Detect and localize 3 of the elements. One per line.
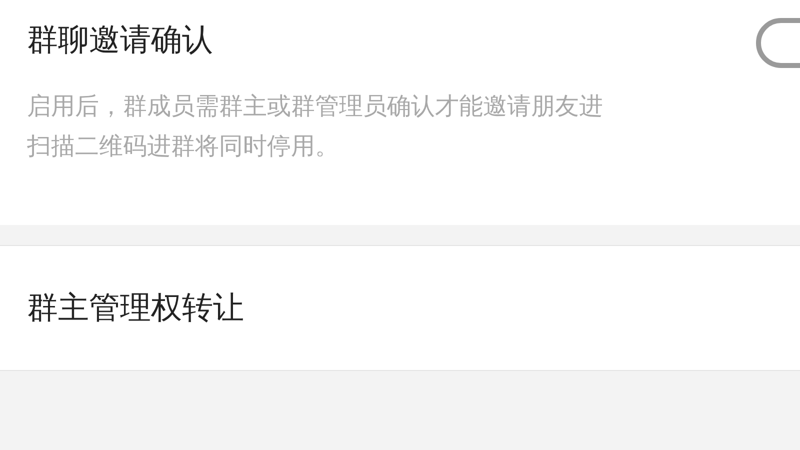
setting-title: 群聊邀请确认 (27, 21, 213, 60)
settings-row[interactable]: 群主管理权转让 (0, 245, 800, 371)
setting-description: 启用后，群成员需群主或群管理员确认才能邀请朋友进 扫描二维码进群将同时停用。 (27, 91, 604, 162)
